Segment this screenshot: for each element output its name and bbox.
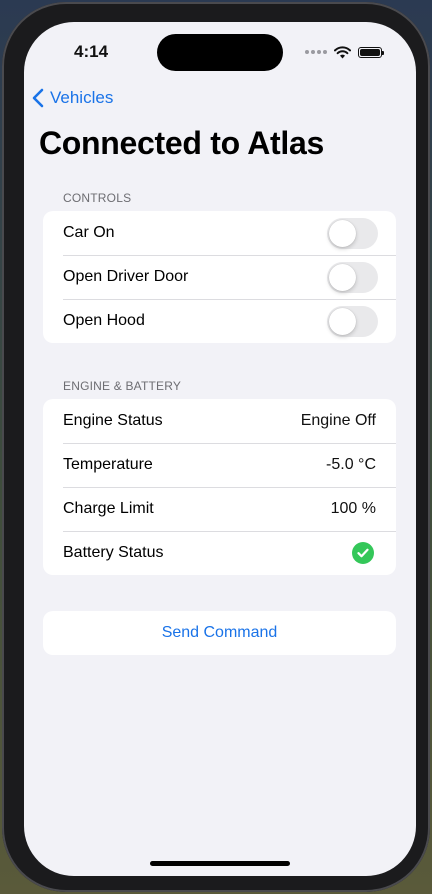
section-header-controls: CONTROLS: [63, 191, 132, 205]
engine-status-label: Engine Status: [63, 412, 163, 429]
back-label: Vehicles: [50, 88, 114, 107]
temperature-row: Temperature -5.0 °C: [43, 443, 396, 487]
cellular-signal-icon: [305, 50, 327, 54]
control-label: Open Driver Door: [63, 268, 189, 285]
battery-icon: [358, 46, 384, 58]
wifi-icon: [334, 45, 351, 58]
control-label: Car On: [63, 224, 115, 241]
controls-group: Car On Open Driver Door Open Hood: [43, 211, 396, 343]
screen: 4:14 Vehicles Connected to Atlas CONTROL…: [24, 22, 416, 876]
battery-status-row: Battery Status: [43, 531, 396, 575]
control-row-driver-door: Open Driver Door: [43, 255, 396, 299]
dynamic-island: [157, 34, 283, 71]
charge-limit-row: Charge Limit 100 %: [43, 487, 396, 531]
temperature-label: Temperature: [63, 456, 153, 473]
section-header-engine-battery: ENGINE & BATTERY: [63, 379, 182, 393]
control-label: Open Hood: [63, 312, 145, 329]
car-on-toggle[interactable]: [327, 217, 378, 249]
engine-status-value: Engine Off: [300, 412, 376, 429]
status-time: 4:14: [74, 42, 109, 61]
charge-limit-label: Charge Limit: [63, 500, 154, 517]
home-indicator: [150, 861, 290, 866]
status-icons: [305, 44, 384, 60]
battery-status-label: Battery Status: [63, 544, 164, 561]
control-row-car-on: Car On: [43, 211, 396, 255]
temperature-value: -5.0 °C: [326, 456, 376, 473]
engine-status-row: Engine Status Engine Off: [43, 399, 396, 443]
open-hood-toggle[interactable]: [327, 305, 378, 337]
chevron-left-icon: [32, 88, 44, 108]
send-command-button[interactable]: Send Command: [43, 611, 396, 655]
back-button[interactable]: Vehicles: [32, 88, 113, 108]
page-title: Connected to Atlas: [39, 125, 324, 161]
phone-frame: 4:14 Vehicles Connected to Atlas CONTROL…: [2, 2, 430, 892]
control-row-hood: Open Hood: [43, 299, 396, 343]
open-driver-door-toggle[interactable]: [327, 261, 378, 293]
checkmark-circle-icon: [352, 542, 374, 564]
charge-limit-value: 100 %: [330, 500, 376, 517]
engine-battery-group: Engine Status Engine Off Temperature -5.…: [43, 399, 396, 575]
